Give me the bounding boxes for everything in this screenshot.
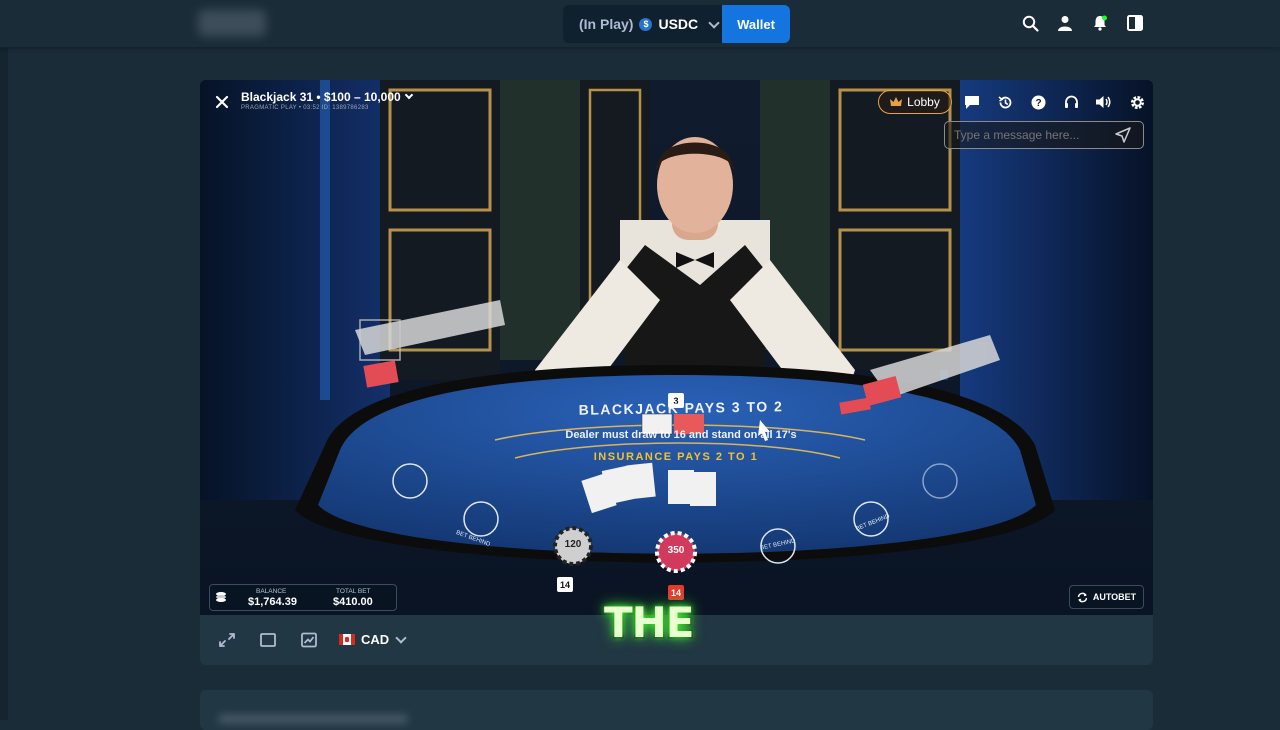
close-icon[interactable] xyxy=(212,92,232,112)
usdc-coin-icon: $ xyxy=(639,17,653,31)
balance-panel: BALANCE $1,764.39 TOTAL BET $410.00 xyxy=(209,584,397,611)
blackjack-table-scene xyxy=(200,80,1153,615)
table-dealer-rule: Dealer must draw to 16 and stand on all … xyxy=(565,429,797,441)
volume-icon[interactable] xyxy=(1094,92,1114,112)
canada-flag-icon xyxy=(339,634,355,645)
lobby-label: Lobby xyxy=(907,95,940,109)
sidebar-toggle-icon[interactable] xyxy=(1125,13,1145,33)
stats-icon[interactable] xyxy=(300,632,318,648)
chat-message-input[interactable] xyxy=(944,121,1144,149)
lobby-button[interactable]: Lobby xyxy=(878,90,952,114)
game-description-panel xyxy=(200,690,1153,730)
table-insurance-text: INSURANCE PAYS 2 TO 1 xyxy=(593,451,759,463)
svg-text:?: ? xyxy=(1035,98,1041,109)
total-bet-label: TOTAL BET xyxy=(336,588,371,595)
user-icon[interactable] xyxy=(1055,13,1075,33)
top-navigation-bar: (In Play) $ USDC Wallet xyxy=(0,0,1280,47)
autobet-button[interactable]: AUTOBET xyxy=(1069,585,1144,609)
live-game-stream[interactable]: Blackjack 31 • $100 – 10,000 PRAGMATIC P… xyxy=(200,80,1153,615)
chevron-down-icon xyxy=(404,90,413,100)
chip-value: 120 xyxy=(564,539,582,550)
chevron-down-icon xyxy=(708,16,720,29)
total-bet-value: $410.00 xyxy=(333,596,373,608)
notification-icon[interactable] xyxy=(1090,13,1110,33)
chip-value: 350 xyxy=(667,545,685,556)
game-provider-info: PRAGMATIC PLAY • 03:52 ID: 1389786283 xyxy=(241,105,369,111)
balance-selector[interactable]: (In Play) $ USDC xyxy=(563,5,723,43)
panel-heading xyxy=(218,714,408,724)
repeat-icon xyxy=(1077,592,1088,602)
chevron-down-icon xyxy=(395,632,407,644)
left-rail xyxy=(0,0,8,720)
send-icon[interactable] xyxy=(1115,127,1131,143)
help-icon[interactable]: ? xyxy=(1028,92,1048,112)
fullscreen-icon[interactable] xyxy=(218,632,236,648)
support-icon[interactable] xyxy=(1061,92,1081,112)
site-logo[interactable] xyxy=(198,10,266,36)
search-icon[interactable] xyxy=(1020,13,1040,33)
chat-icon[interactable] xyxy=(962,92,982,112)
chips-stack-icon xyxy=(216,592,226,602)
currency-code: CAD xyxy=(361,632,390,647)
autobet-label: AUTOBET xyxy=(1092,592,1137,602)
seat-card-count: 14 xyxy=(557,577,573,592)
currency-selector[interactable]: CAD xyxy=(339,632,407,647)
balance-value: $1,764.39 xyxy=(248,596,297,608)
currency-label: USDC xyxy=(658,16,699,32)
balance-label: BALANCE xyxy=(256,588,287,595)
balance-status: (In Play) xyxy=(579,16,634,32)
crown-icon xyxy=(890,97,903,106)
theatre-mode-icon[interactable] xyxy=(259,632,277,648)
history-icon[interactable] xyxy=(995,92,1015,112)
settings-icon[interactable] xyxy=(1127,92,1147,112)
game-title[interactable]: Blackjack 31 • $100 – 10,000 xyxy=(241,90,413,104)
video-caption: THE xyxy=(603,597,696,649)
wallet-button[interactable]: Wallet xyxy=(722,5,790,43)
